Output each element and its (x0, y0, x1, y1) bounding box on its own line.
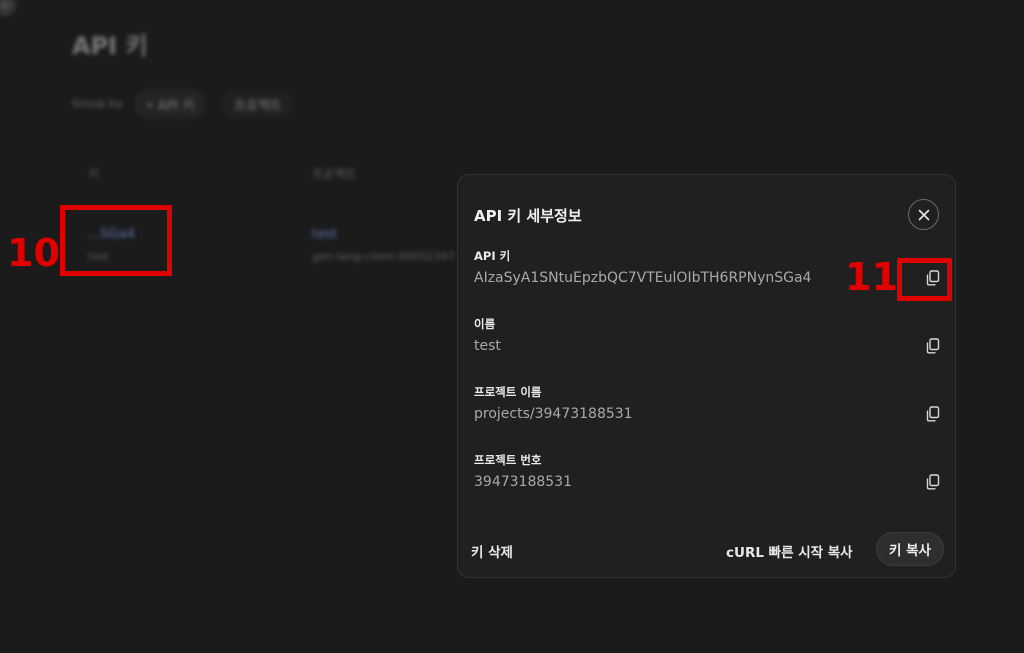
annotation-label-10: 10 (7, 231, 60, 275)
group-by-chip-api-key[interactable]: • API 키 (134, 89, 207, 119)
close-icon (918, 209, 929, 220)
field-label: 프로젝트 이름 (474, 385, 542, 399)
corner-badge[interactable]: ID (0, 0, 16, 16)
field-name: 이름 test (474, 316, 944, 366)
copy-project-name-button[interactable] (922, 403, 944, 425)
api-key-details-dialog: API 키 세부정보 API 키 AIzaSyA1SNtuEpzbQC7VTEu… (457, 174, 956, 578)
field-label: 이름 (474, 317, 496, 331)
copy-curl-quickstart-button[interactable]: cURL 빠른 시작 복사 (726, 541, 853, 561)
field-label: 프로젝트 번호 (474, 453, 542, 467)
field-project-number: 프로젝트 번호 39473188531 (474, 452, 944, 502)
annotation-box-11 (897, 258, 952, 301)
field-project-name: 프로젝트 이름 projects/39473188531 (474, 384, 944, 434)
page-title: API 키 (72, 32, 148, 60)
column-header-project: 프로젝트 (312, 167, 357, 181)
copy-icon (926, 338, 940, 354)
copy-name-button[interactable] (922, 335, 944, 357)
group-by-label: Group by (72, 97, 123, 110)
project-id-text: gen-lang-client-00652347 (312, 250, 455, 263)
copy-icon (926, 474, 940, 490)
copy-key-button[interactable]: 키 복사 (876, 532, 944, 566)
copy-project-number-button[interactable] (922, 471, 944, 493)
delete-key-button[interactable]: 키 삭제 (471, 541, 513, 561)
annotation-box-10 (60, 205, 172, 276)
dialog-title: API 키 세부정보 (474, 207, 582, 225)
project-link[interactable]: test (312, 227, 337, 242)
field-value: projects/39473188531 (474, 406, 633, 422)
group-by-chip-project[interactable]: 프로젝트 (222, 89, 294, 119)
field-value: 39473188531 (474, 474, 572, 490)
field-value: AIzaSyA1SNtuEpzbQC7VTEulOIbTH6RPNynSGa4 (474, 270, 812, 286)
field-label: API 키 (474, 249, 511, 263)
annotation-label-11: 11 (845, 255, 898, 299)
copy-icon (926, 406, 940, 422)
field-value: test (474, 338, 501, 354)
column-header-key: 키 (88, 167, 100, 181)
close-button[interactable] (908, 199, 939, 230)
